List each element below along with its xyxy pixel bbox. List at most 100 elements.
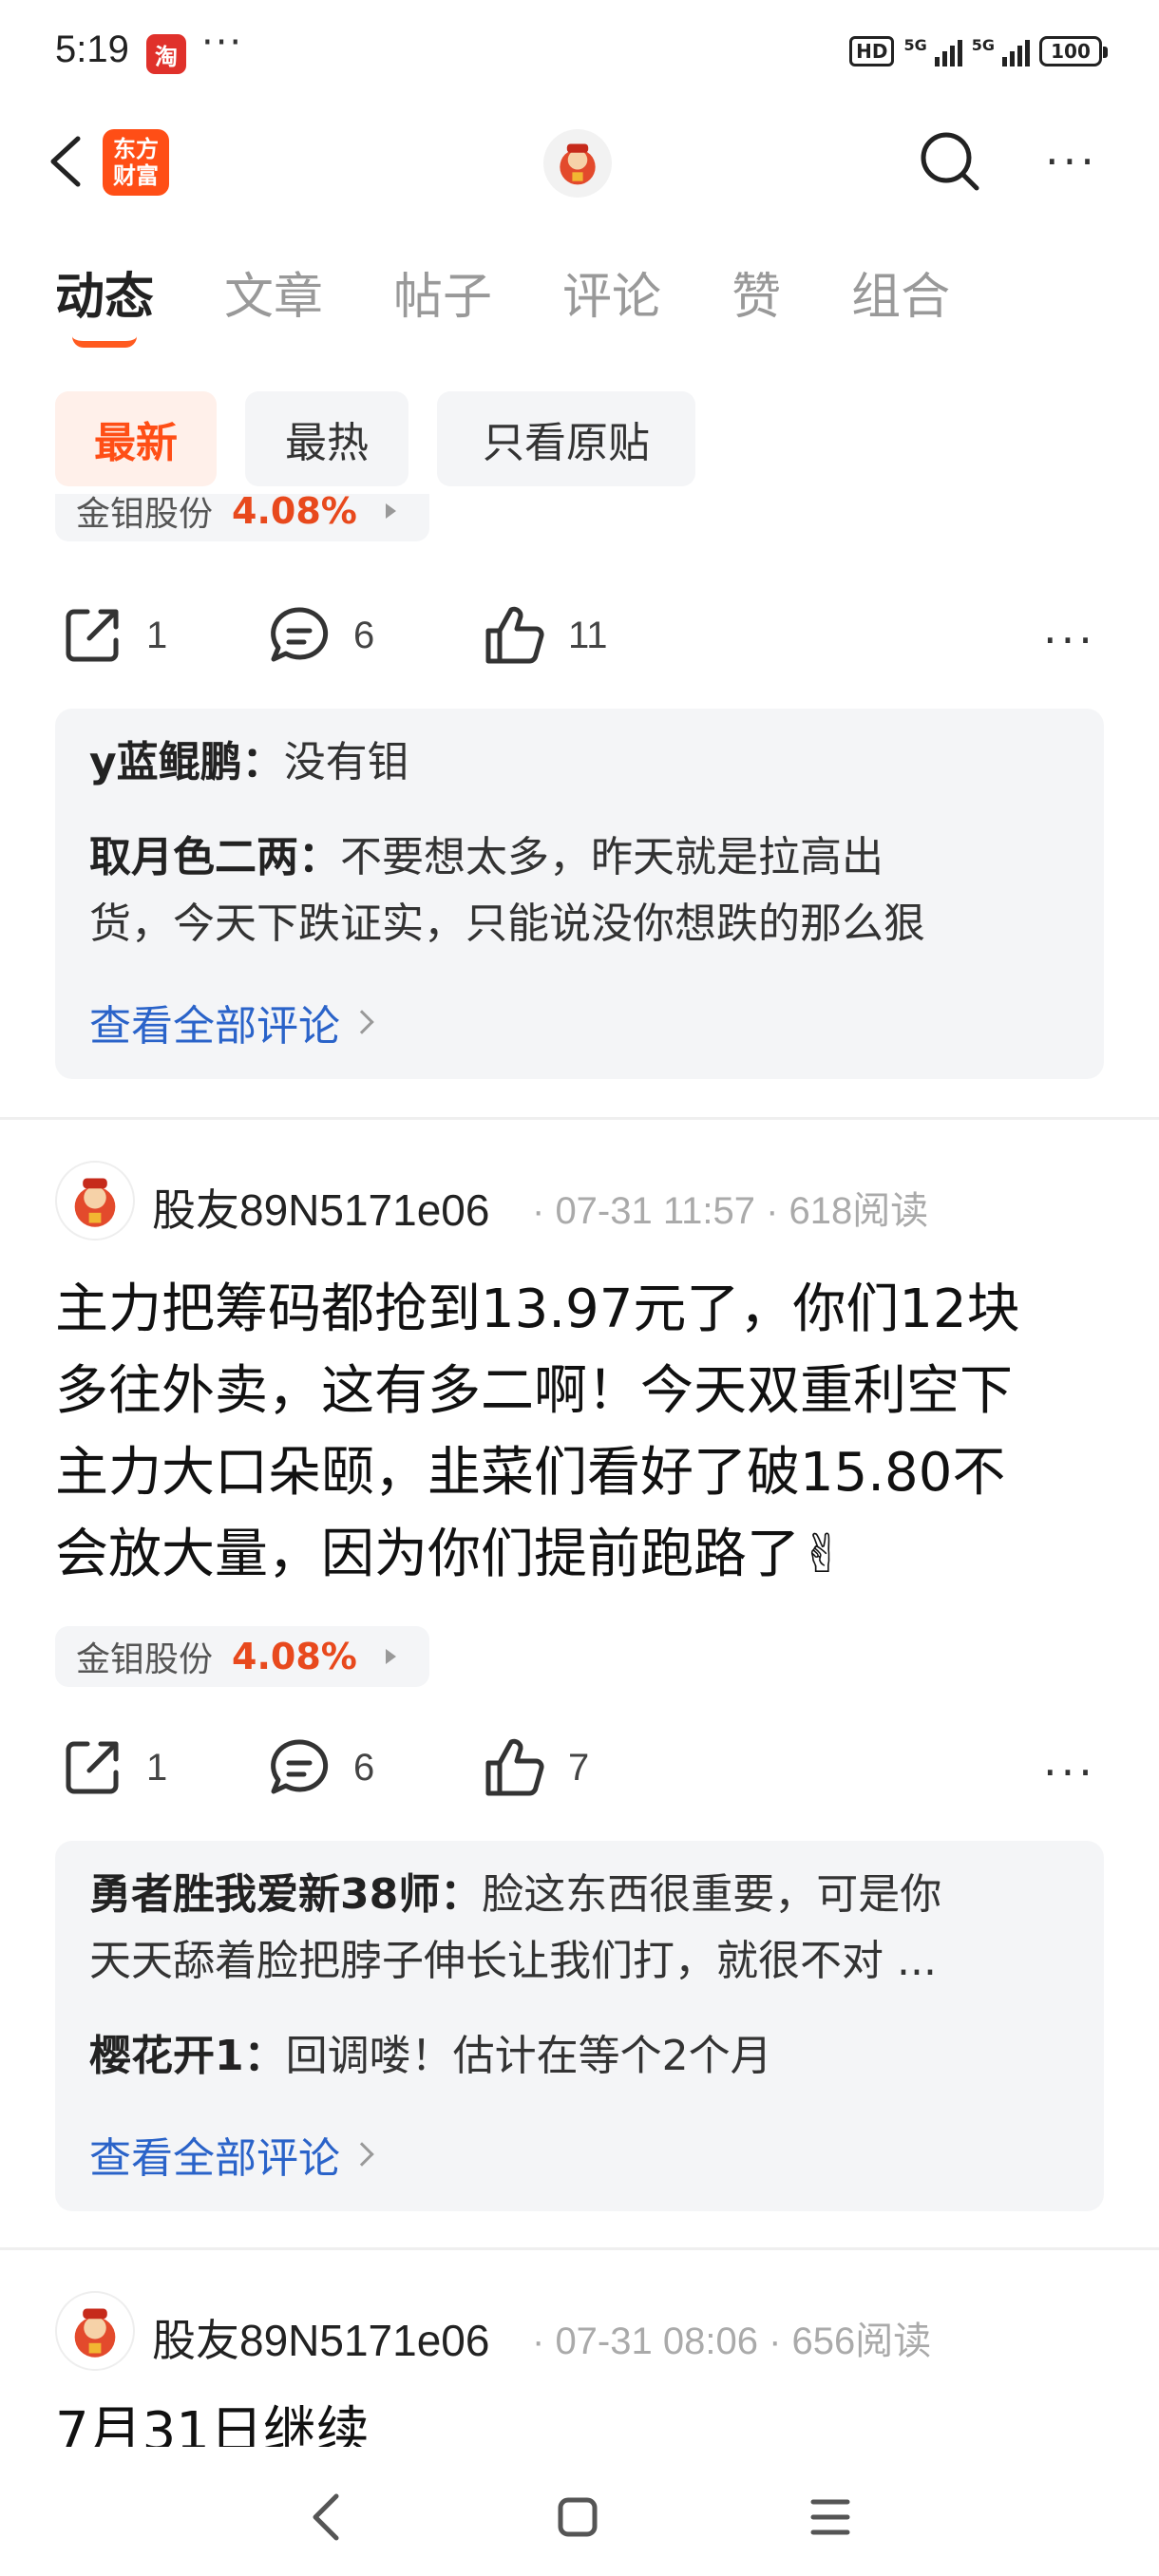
comment-item[interactable]: y蓝鲲鹏：没有钼	[89, 729, 1070, 796]
content-line: 主力把筹码都抢到13.97元了，你们12块	[55, 1279, 1020, 1340]
comment-item[interactable]: 取月色二两：不要想太多，昨天就是拉高出	[89, 824, 1070, 891]
comment-count: 6	[353, 1746, 375, 1789]
post2-avatar[interactable]	[55, 1161, 135, 1241]
post2-share-button[interactable]: 1	[59, 1734, 167, 1801]
meta-dot: ·	[532, 1190, 556, 1232]
post2-meta: · 07-31 11:57 · 618阅读	[532, 1180, 928, 1235]
comment-text: 脸这东西很重要，可是你	[482, 1870, 942, 1919]
like-count: 11	[568, 614, 608, 656]
post2-more-button[interactable]: ···	[1043, 1751, 1096, 1794]
comment-item[interactable]: 樱花开1：回调喽！估计在等个2个月	[89, 2023, 1070, 2090]
stock-name: 金钼股份	[76, 495, 214, 534]
view-all-comments-link[interactable]: 查看全部评论	[89, 2124, 374, 2185]
search-icon	[921, 132, 979, 191]
chevron-right-icon	[350, 1010, 374, 1034]
user-avatar[interactable]	[543, 129, 612, 198]
comment-count: 6	[353, 614, 375, 656]
view-all-comments-link[interactable]: 查看全部评论	[89, 992, 374, 1052]
comment-user[interactable]: 取月色二两：	[89, 833, 340, 881]
comment-icon	[271, 607, 329, 662]
tab-posts[interactable]: 帖子	[393, 256, 492, 328]
hd-voice-icon: HD	[849, 36, 895, 66]
divider	[0, 2247, 1159, 2250]
battery-icon: 100	[1039, 36, 1108, 66]
filter-hottest[interactable]: 最热	[245, 391, 408, 486]
caishen-avatar-icon	[74, 2308, 116, 2358]
caishen-avatar-icon	[560, 143, 596, 185]
post2-comment-button[interactable]: 6	[266, 1734, 374, 1801]
post3-username[interactable]: 股友89N5171e06	[152, 2306, 489, 2369]
comment-user[interactable]: y蓝鲲鹏：	[89, 738, 284, 786]
search-button[interactable]	[916, 127, 984, 196]
active-tab-indicator	[72, 336, 137, 348]
thumbs-up-icon	[485, 1738, 544, 1796]
more-options-button[interactable]: ···	[1045, 140, 1098, 183]
view-all-label: 查看全部评论	[89, 2134, 340, 2183]
share-icon	[66, 609, 119, 662]
read-count: 618阅读	[788, 1190, 929, 1232]
comment-user[interactable]: 勇者胜我爱新38师：	[89, 1870, 482, 1919]
tab-articles[interactable]: 文章	[224, 256, 323, 328]
meta-dot: ·	[754, 1190, 789, 1232]
post-time: 07-31 08:06	[555, 2320, 758, 2362]
content-line: 多往外卖，这有多二啊！今天双重利空下	[55, 1360, 1013, 1422]
post3-content-clip: 7月31日继续	[55, 2403, 1110, 2447]
tab-comments[interactable]: 评论	[562, 256, 661, 328]
post1-stock-tag[interactable]: 金钼股份 4.08%	[55, 494, 429, 541]
profile-tabs: 动态 文章 帖子 评论 赞 组合	[55, 256, 1020, 328]
chevron-right-icon	[350, 2142, 374, 2167]
comment-user[interactable]: 樱花开1：	[89, 2032, 286, 2080]
post3-content[interactable]: 7月31日继续	[55, 2403, 1110, 2447]
post2-stock-tag[interactable]: 金钼股份 4.08%	[55, 1626, 429, 1687]
status-time: 5:19	[55, 28, 129, 70]
comment-item[interactable]: 勇者胜我爱新38师：脸这东西很重要，可是你	[89, 1862, 1070, 1928]
logo-text-1: 东方	[113, 136, 159, 162]
logo-text-2: 财富	[113, 162, 159, 189]
content-line: 主力大口朵颐，韭菜们看好了破15.80不	[55, 1442, 1006, 1504]
signal-strength-icon-2	[1002, 36, 1030, 66]
post1-like-button[interactable]: 11	[481, 602, 608, 669]
tab-portfolio[interactable]: 组合	[851, 256, 950, 328]
post2-content[interactable]: 主力把筹码都抢到13.97元了，你们12块 多往外卖，这有多二啊！今天双重利空下…	[55, 1269, 1110, 1596]
network-type-1: 5G	[903, 36, 927, 54]
eastmoney-logo[interactable]: 东方 财富	[103, 129, 169, 196]
comment-icon	[271, 1739, 329, 1794]
back-button[interactable]	[42, 133, 99, 190]
comment-text: 回调喽！估计在等个2个月	[285, 2032, 772, 2080]
share-icon	[66, 1741, 119, 1794]
nav-home-icon[interactable]	[557, 2496, 598, 2538]
more-notifications-icon: ···	[201, 21, 244, 65]
signal-strength-icon	[934, 36, 962, 66]
nav-menu-icon[interactable]	[809, 2496, 851, 2538]
post1-comment-preview: y蓝鲲鹏：没有钼 取月色二两：不要想太多，昨天就是拉高出 货，今天下跌证实，只能…	[55, 709, 1104, 1079]
read-count: 656阅读	[791, 2320, 932, 2362]
like-count: 7	[568, 1746, 590, 1789]
stock-name: 金钼股份	[76, 1640, 214, 1679]
filter-original-only[interactable]: 只看原贴	[437, 391, 695, 486]
nav-back-icon[interactable]	[306, 2492, 348, 2542]
post-time: 07-31 11:57	[555, 1190, 755, 1232]
post3-meta: · 07-31 08:06 · 656阅读	[532, 2310, 931, 2365]
post1-more-button[interactable]: ···	[1043, 618, 1096, 662]
status-bar: 5:19 淘 ··· HD 5G 5G 100	[0, 0, 1159, 104]
taobao-notification-icon: 淘	[146, 34, 186, 74]
filter-latest[interactable]: 最新	[55, 391, 217, 486]
post1-share-button[interactable]: 1	[59, 602, 167, 669]
meta-dot: ·	[532, 2320, 556, 2362]
comment-text: 不要想太多，昨天就是拉高出	[340, 833, 884, 881]
post2-comment-preview: 勇者胜我爱新38师：脸这东西很重要，可是你 天天舔着脸把脖子伸长让我们打，就很不…	[55, 1841, 1104, 2211]
share-count: 1	[146, 614, 168, 656]
back-arrow-icon	[50, 136, 81, 187]
caishen-avatar-icon	[74, 1178, 116, 1227]
tab-dynamics[interactable]: 动态	[55, 256, 154, 328]
stock-change: 4.08%	[232, 1636, 357, 1677]
comment-text-cont: 天天舔着脸把脖子伸长让我们打，就很不对 ...	[89, 1937, 937, 1985]
post2-username[interactable]: 股友89N5171e06	[152, 1176, 489, 1239]
view-all-label: 查看全部评论	[89, 1002, 340, 1051]
divider	[0, 1117, 1159, 1120]
thumbs-up-icon	[485, 606, 544, 664]
post1-comment-button[interactable]: 6	[266, 602, 374, 669]
tab-likes[interactable]: 赞	[732, 256, 781, 328]
post2-like-button[interactable]: 7	[481, 1734, 589, 1801]
post3-avatar[interactable]	[55, 2291, 135, 2371]
